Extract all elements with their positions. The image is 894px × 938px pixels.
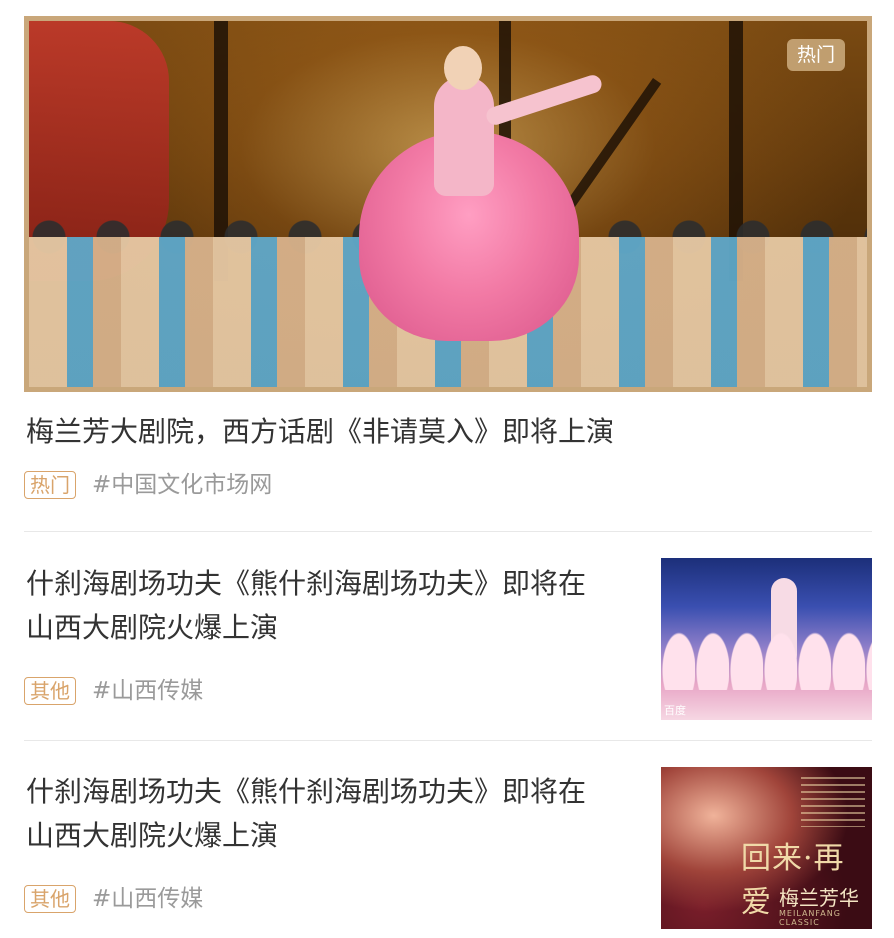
poster-subtitle: 梅兰芳华 <box>779 886 859 910</box>
lead-dancer-body <box>434 76 494 196</box>
article-title-line[interactable]: 山西大剧院火爆上演 <box>26 814 278 858</box>
divider <box>24 531 872 532</box>
source-link[interactable]: #山西传媒 <box>92 884 203 914</box>
hot-tag: 热门 <box>786 39 845 71</box>
category-badge: 热门 <box>24 471 76 499</box>
featured-title[interactable]: 梅兰芳大剧院，西方话剧《非请莫入》即将上演 <box>26 410 614 454</box>
featured-meta: 热门 #中国文化市场网 <box>24 470 272 500</box>
poster-fine-print <box>801 777 865 827</box>
article-title-line[interactable]: 什刹海剧场功夫《熊什刹海剧场功夫》即将在 <box>26 562 586 606</box>
category-badge: 其他 <box>24 885 76 913</box>
divider <box>24 740 872 741</box>
thumb-watermark: 百度 <box>664 704 686 717</box>
thumb-dancers <box>661 630 872 690</box>
article-title-line[interactable]: 山西大剧院火爆上演 <box>26 606 278 650</box>
article-thumbnail[interactable]: 百度 <box>661 558 872 720</box>
poster-english: MEILANFANG CLASSIC <box>779 909 841 927</box>
featured-image[interactable]: 热门 <box>24 16 872 392</box>
category-badge: 其他 <box>24 677 76 705</box>
article-thumbnail[interactable]: 回来·再爱 梅兰芳华 MEILANFANG CLASSIC <box>661 767 872 929</box>
article-meta: 其他 #山西传媒 <box>24 676 203 706</box>
article-meta: 其他 #山西传媒 <box>24 884 203 914</box>
lead-dancer-head <box>444 46 482 90</box>
source-link[interactable]: #山西传媒 <box>92 676 203 706</box>
article-title-line[interactable]: 什刹海剧场功夫《熊什刹海剧场功夫》即将在 <box>26 770 586 814</box>
source-link[interactable]: #中国文化市场网 <box>92 470 272 500</box>
